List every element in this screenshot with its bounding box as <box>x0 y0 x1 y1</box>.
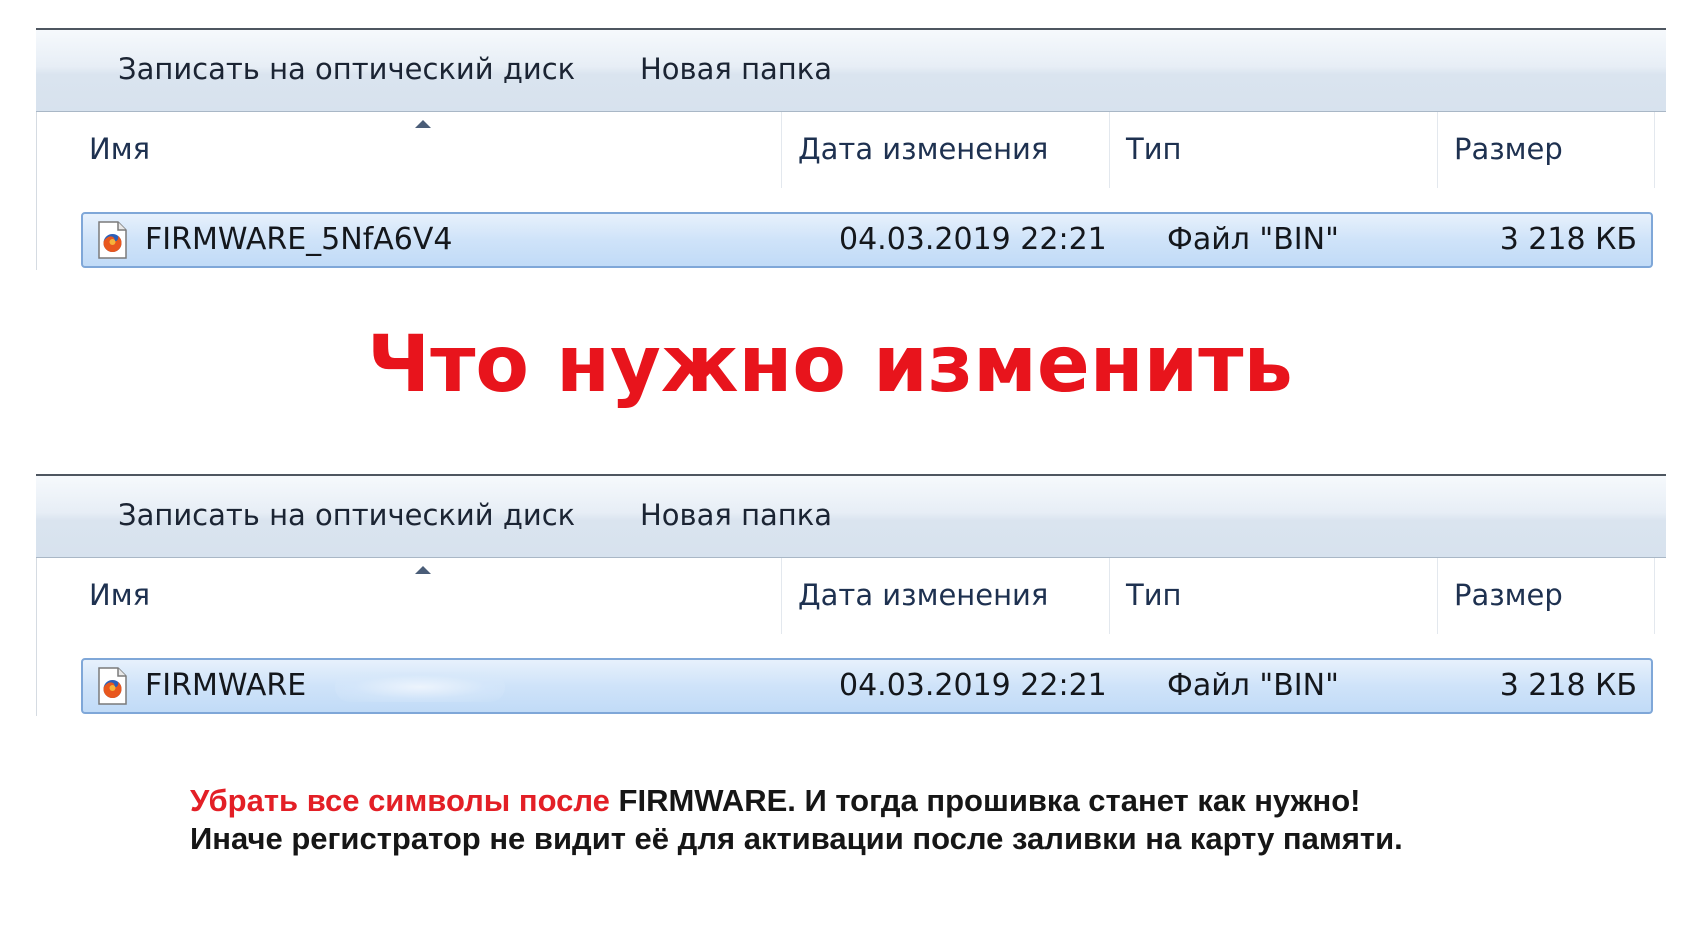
column-header-name-label: Имя <box>89 578 151 612</box>
instruction-note: Убрать все символы после FIRMWARE. И тог… <box>190 782 1403 858</box>
file-row-selected[interactable]: FIRMWARE_5NfA6V4 04.03.2019 22:21 Файл "… <box>81 212 1653 268</box>
explorer-panel-after: Записать на оптический диск Новая папка … <box>36 474 1667 716</box>
file-name: FIRMWARE_5NfA6V4 <box>145 222 453 257</box>
column-header-date[interactable]: Дата изменения <box>781 558 1109 634</box>
column-header-type[interactable]: Тип <box>1109 558 1437 634</box>
file-name: FIRMWARE <box>145 668 307 703</box>
column-header-name[interactable]: Имя <box>37 112 781 188</box>
column-header-name-label: Имя <box>89 132 151 166</box>
column-header-type[interactable]: Тип <box>1109 112 1437 188</box>
note-line-1: Убрать все символы после FIRMWARE. И тог… <box>190 782 1403 820</box>
new-folder-button[interactable]: Новая папка <box>640 52 832 86</box>
firefox-file-icon <box>98 667 127 705</box>
file-size: 3 218 КБ <box>1499 222 1637 257</box>
column-header-size[interactable]: Размер <box>1437 112 1655 188</box>
column-header-date[interactable]: Дата изменения <box>781 112 1109 188</box>
command-bar: Записать на оптический диск Новая папка <box>36 28 1666 112</box>
column-header-name[interactable]: Имя <box>37 558 781 634</box>
sort-ascending-icon <box>415 120 431 128</box>
new-folder-button[interactable]: Новая папка <box>640 498 832 532</box>
file-row-selected[interactable]: FIRMWARE 04.03.2019 22:21 Файл "BIN" 3 2… <box>81 658 1653 714</box>
burn-to-disc-button[interactable]: Записать на оптический диск <box>118 498 575 532</box>
file-size: 3 218 КБ <box>1499 668 1637 703</box>
note-line-1-rest: FIRMWARE. И тогда прошивка станет как ну… <box>609 783 1361 818</box>
explorer-panel-before: Записать на оптический диск Новая папка … <box>36 28 1667 270</box>
command-bar: Записать на оптический диск Новая папка <box>36 474 1666 558</box>
note-line-2: Иначе регистратор не видит её для актива… <box>190 821 1403 856</box>
file-date: 04.03.2019 22:21 <box>839 222 1107 257</box>
sort-ascending-icon <box>415 566 431 574</box>
file-type: Файл "BIN" <box>1167 668 1339 703</box>
erased-suffix-smudge <box>335 672 505 702</box>
file-date: 04.03.2019 22:21 <box>839 668 1107 703</box>
firefox-file-icon <box>98 221 127 259</box>
column-header-row: Имя Дата изменения Тип Размер <box>37 112 1667 188</box>
column-header-size[interactable]: Размер <box>1437 558 1655 634</box>
burn-to-disc-button[interactable]: Записать на оптический диск <box>118 52 575 86</box>
column-header-row: Имя Дата изменения Тип Размер <box>37 558 1667 634</box>
file-list: Имя Дата изменения Тип Размер FIRMWARE 0… <box>36 558 1667 716</box>
file-list: Имя Дата изменения Тип Размер FIRMWARE_5… <box>36 112 1667 270</box>
file-type: Файл "BIN" <box>1167 222 1339 257</box>
note-highlight: Убрать все символы после <box>190 783 610 818</box>
headline: Что нужно изменить <box>367 320 1293 410</box>
